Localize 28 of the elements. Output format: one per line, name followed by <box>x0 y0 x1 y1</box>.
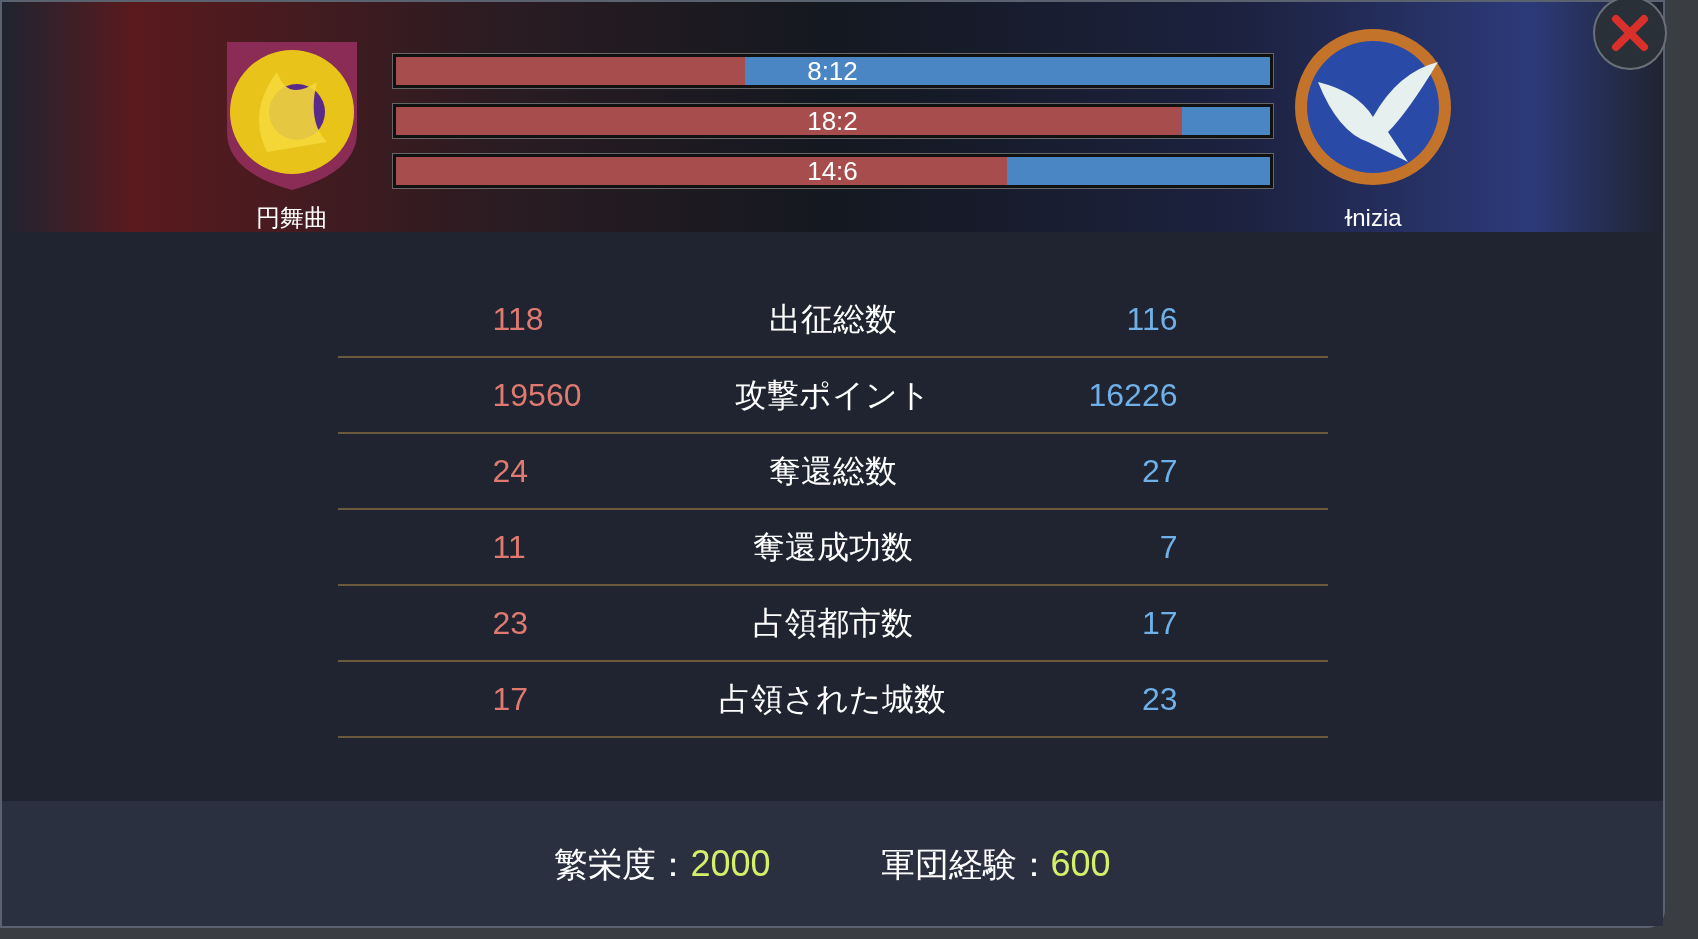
stat-label: 奪還成功数 <box>752 529 913 565</box>
left-value: 24 <box>492 453 529 489</box>
right-value: 16226 <box>1088 377 1178 413</box>
stat-label: 占領された城数 <box>719 681 946 717</box>
right-value: 7 <box>1159 529 1178 565</box>
stat-label: 攻撃ポイント <box>734 377 931 413</box>
left-value: 118 <box>492 301 544 337</box>
right-value: 116 <box>1126 301 1178 337</box>
score-ratio: 14:6 <box>807 158 858 184</box>
right-value: 17 <box>1141 605 1178 641</box>
footer-label: 軍団経験： <box>880 843 1051 885</box>
left-value: 11 <box>492 529 526 565</box>
left-value: 19560 <box>492 377 582 413</box>
left-value: 17 <box>492 681 529 717</box>
right-value: 27 <box>1141 453 1178 489</box>
score-ratio: 18:2 <box>807 108 858 134</box>
team-name: ɫnizia <box>1344 203 1402 233</box>
footer-value: 2000 <box>690 841 771 886</box>
team-name: 円舞曲 <box>256 203 328 233</box>
footer-value: 600 <box>1050 841 1111 886</box>
right-value: 23 <box>1141 681 1178 717</box>
stat-label: 占領都市数 <box>752 605 913 641</box>
stat-label: 出征総数 <box>768 301 897 337</box>
left-value: 23 <box>492 605 529 641</box>
footer-label: 繁栄度： <box>554 843 691 885</box>
close-icon <box>1610 13 1650 53</box>
score-ratio: 8:12 <box>807 58 858 84</box>
stat-label: 奪還総数 <box>768 453 897 489</box>
